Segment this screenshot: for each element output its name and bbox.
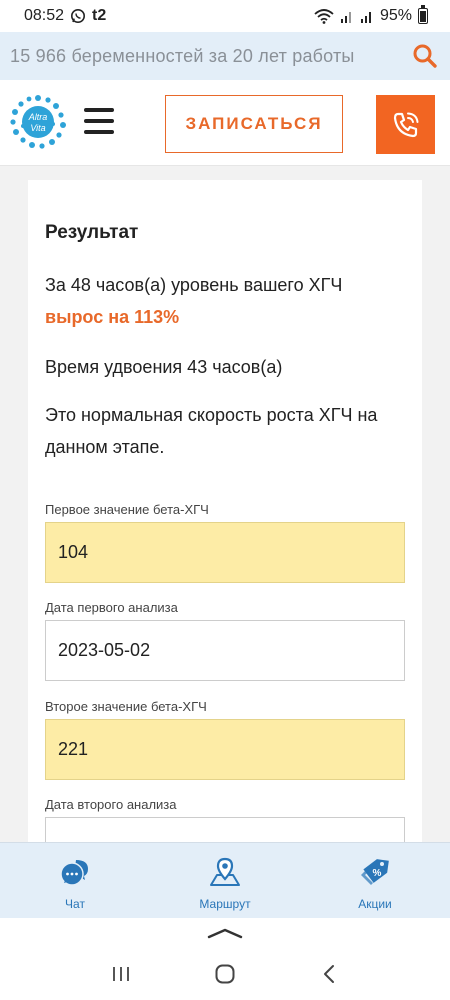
back-icon[interactable] bbox=[319, 964, 339, 984]
second-value-input[interactable]: 221 bbox=[45, 719, 405, 780]
status-bar: 08:52 t2 95% bbox=[0, 0, 450, 32]
growth-summary: За 48 часов(а) уровень вашего ХГЧ вырос … bbox=[45, 269, 405, 333]
chat-icon bbox=[60, 860, 88, 886]
logo-text-top: Altra bbox=[28, 112, 48, 122]
chevron-up-icon bbox=[207, 928, 243, 939]
first-value-input[interactable]: 104 bbox=[45, 522, 405, 583]
growth-text: За 48 часов(а) уровень вашего ХГЧ bbox=[45, 275, 343, 295]
banner-text: 15 966 беременностей за 20 лет работы bbox=[10, 45, 355, 66]
second-date-label: Дата второго анализа bbox=[45, 797, 177, 812]
signal-icon bbox=[340, 12, 351, 23]
altravita-logo[interactable]: Altra Vita bbox=[8, 94, 68, 150]
logo-text-bottom: Vita bbox=[30, 123, 45, 133]
nav-label-chat: Чат bbox=[65, 897, 85, 911]
system-navigation-bar bbox=[0, 948, 450, 1000]
call-button[interactable] bbox=[376, 95, 435, 154]
second-value-label: Второе значение бета-ХГЧ bbox=[45, 699, 207, 714]
battery-percent: 95% bbox=[379, 7, 412, 24]
first-value-label: Первое значение бета-ХГЧ bbox=[45, 502, 209, 517]
home-icon[interactable] bbox=[214, 963, 236, 985]
signal-icon-2 bbox=[360, 12, 371, 23]
battery-icon bbox=[418, 5, 428, 24]
result-card: Результат За 48 часов(а) уровень вашего … bbox=[28, 180, 422, 880]
nav-item-route[interactable]: Маршрут bbox=[150, 843, 300, 918]
phone-icon bbox=[393, 112, 418, 137]
promo-search-bar[interactable]: 15 966 беременностей за 20 лет работы bbox=[0, 32, 450, 80]
expand-handle[interactable] bbox=[0, 918, 450, 948]
site-header: Altra Vita ЗАПИСАТЬСЯ bbox=[0, 80, 450, 166]
svg-text:%: % bbox=[373, 868, 382, 879]
nav-item-promotions[interactable]: % Акции bbox=[300, 843, 450, 918]
result-title: Результат bbox=[45, 222, 139, 243]
recent-apps-icon[interactable] bbox=[111, 964, 131, 984]
doubling-time: Время удвоения 43 часов(а) bbox=[45, 357, 283, 377]
growth-verdict: Это нормальная скорость роста ХГЧ на дан… bbox=[45, 405, 378, 457]
search-icon[interactable] bbox=[412, 43, 438, 69]
wifi-icon bbox=[314, 9, 334, 24]
nav-label-promotions: Акции bbox=[358, 897, 392, 911]
sale-tag-icon: % bbox=[361, 859, 389, 885]
status-time: 08:52 bbox=[24, 7, 65, 24]
whatsapp-icon bbox=[71, 9, 86, 23]
growth-highlight: вырос на 113% bbox=[45, 307, 180, 327]
signup-button[interactable]: ЗАПИСАТЬСЯ bbox=[165, 95, 343, 153]
bottom-app-nav: Чат Маршрут % Акции bbox=[0, 842, 450, 918]
screen: 08:52 t2 95% 15 966 беременностей за 20 … bbox=[0, 0, 450, 1000]
nav-item-chat[interactable]: Чат bbox=[0, 843, 150, 918]
first-date-input[interactable]: 2023-05-02 bbox=[45, 620, 405, 681]
carrier-label: t2 bbox=[92, 7, 107, 24]
nav-label-route: Маршрут bbox=[199, 897, 251, 911]
hamburger-menu-icon[interactable] bbox=[84, 108, 114, 134]
route-pin-icon bbox=[210, 857, 240, 886]
first-date-label: Дата первого анализа bbox=[45, 600, 178, 615]
